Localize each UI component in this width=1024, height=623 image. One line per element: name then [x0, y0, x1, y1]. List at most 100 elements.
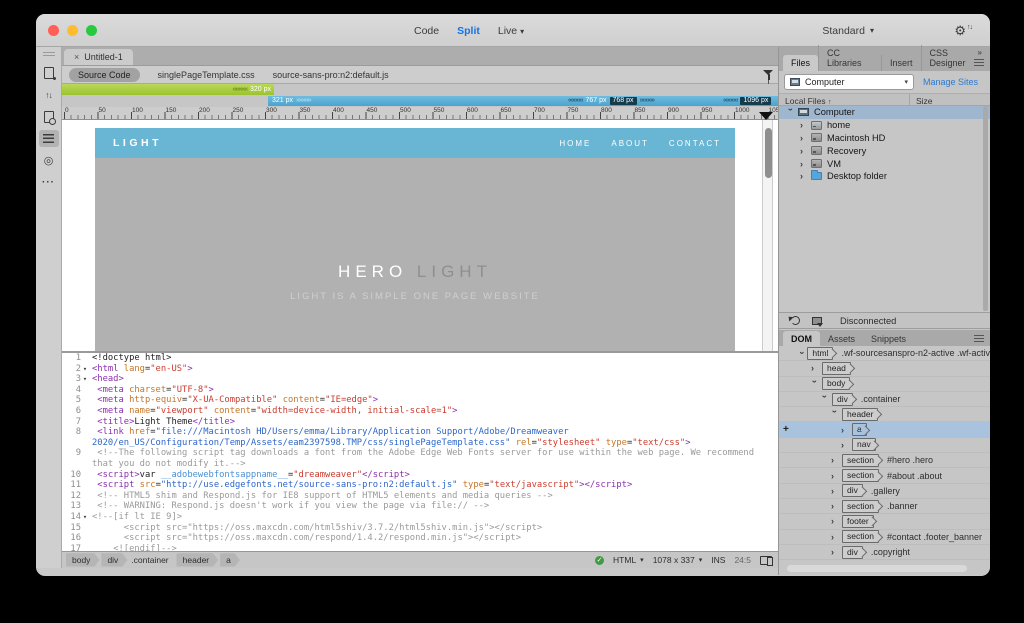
code-line[interactable]: 10 <script>var __adobewebfontsappname__=… — [62, 470, 778, 481]
zoom-window-button[interactable] — [86, 25, 97, 36]
code-line[interactable]: 17 <![endif]--> — [62, 544, 778, 551]
add-element-icon[interactable]: + — [783, 424, 789, 435]
related-file-source-sans-pro-n2-default-js[interactable]: source-sans-pro:n2:default.js — [273, 70, 389, 80]
panel-horizontal-scrollbar-thumb[interactable] — [787, 565, 967, 572]
dom-tag-chip[interactable]: body — [822, 377, 850, 390]
design-brand[interactable]: LIGHT — [113, 137, 162, 149]
manage-sites-link[interactable]: Manage Sites — [923, 77, 978, 87]
design-nav-about[interactable]: ABOUT — [611, 139, 649, 148]
file-tree-row-computer[interactable]: ›Computer — [779, 106, 990, 119]
dom-tree-row-div[interactable]: ›div.container — [779, 392, 990, 407]
dom-tag-chip[interactable]: div — [842, 546, 863, 559]
dom-tag-chip[interactable]: a — [852, 423, 867, 436]
file-tree-row-home[interactable]: ›home — [779, 119, 990, 132]
expand-arrow-icon[interactable]: › — [831, 548, 839, 556]
dom-tree-row-footer[interactable]: ›footer — [779, 514, 990, 529]
code-line[interactable]: 14▾<!--[if lt IE 9]> — [62, 512, 778, 523]
dom-tag-chip[interactable]: nav — [852, 438, 876, 451]
expand-arrow-icon[interactable]: › — [800, 134, 808, 142]
file-tree-row-vm[interactable]: ›VM — [779, 157, 990, 170]
sync-settings-button[interactable]: ⚙ ↑↓ — [954, 14, 972, 47]
design-page[interactable]: LIGHT HOMEABOUTCONTACT HERO LIGHT LIGHT … — [95, 128, 735, 351]
close-tab-icon[interactable]: × — [74, 52, 79, 62]
panel-tab-assets[interactable]: Assets — [820, 331, 863, 346]
expand-arrow-icon[interactable]: › — [831, 472, 839, 480]
related-file-singlepagetemplate-css[interactable]: singlePageTemplate.css — [158, 70, 255, 80]
close-window-button[interactable] — [48, 25, 59, 36]
tag-selector-body[interactable]: body — [66, 554, 99, 567]
site-select[interactable]: Computer ▾ — [784, 74, 914, 90]
dom-tag-chip[interactable]: section — [842, 469, 879, 482]
expand-arrow-icon[interactable]: › — [831, 502, 839, 510]
code-view[interactable]: 1 <!doctype html>2▾<html lang="en-US">3▾… — [62, 353, 778, 551]
open-documents-button[interactable] — [39, 64, 59, 81]
collapse-arrow-icon[interactable]: › — [831, 410, 839, 418]
dom-tag-chip[interactable]: section — [842, 454, 879, 467]
code-line[interactable]: 15 <script src="https://oss.maxcdn.com/h… — [62, 523, 778, 534]
code-line[interactable]: 2▾<html lang="en-US"> — [62, 364, 778, 375]
dom-tree-row-div[interactable]: ›div.copyright — [779, 545, 990, 560]
filter-funnel-icon[interactable] — [763, 69, 774, 80]
tag-selector-container[interactable]: .container — [131, 555, 168, 565]
dom-tree-row-html[interactable]: ›html.wf-sourcesanspro-n2-active .wf-act… — [779, 346, 990, 361]
expand-arrow-icon[interactable]: › — [811, 364, 819, 372]
size-column-header[interactable]: Size — [916, 96, 933, 106]
media-query-blue-segment[interactable]: 321 px »»»»» ««««« 767 px 768 px »»»»» «… — [268, 96, 778, 107]
dom-tag-chip[interactable]: section — [842, 500, 879, 513]
expand-arrow-icon[interactable]: › — [800, 121, 808, 129]
design-scrollbar[interactable] — [762, 120, 773, 351]
panel-tab-cc-libraries[interactable]: CC Libraries — [818, 45, 881, 71]
code-line[interactable]: 3▾<head> — [62, 374, 778, 385]
panel-menu-icon[interactable] — [974, 59, 984, 66]
code-line[interactable]: 8 <link href="file:///Macintosh HD/Users… — [62, 427, 778, 448]
workspace-switcher[interactable]: Standard ▾ — [822, 14, 874, 47]
format-source-button[interactable] — [39, 130, 59, 147]
expand-arrow-icon[interactable]: › — [831, 487, 839, 495]
local-files-column-header[interactable]: Local Files ↑ — [785, 96, 832, 106]
dom-tree-row-section[interactable]: ›section.banner — [779, 499, 990, 514]
dom-tag-chip[interactable]: div — [832, 393, 853, 406]
panel-tab-snippets[interactable]: Snippets — [863, 331, 914, 346]
dom-tree-row-a[interactable]: +›a — [779, 422, 990, 437]
design-site-header[interactable]: LIGHT HOMEABOUTCONTACT — [95, 128, 735, 158]
get-files-icon[interactable] — [812, 317, 822, 325]
dom-tag-chip[interactable]: section — [842, 530, 879, 543]
media-query-marker-icon[interactable] — [759, 112, 773, 120]
dom-tag-chip[interactable]: head — [822, 362, 851, 375]
dom-tag-chip[interactable]: header — [842, 408, 878, 421]
expand-arrow-icon[interactable]: › — [800, 147, 808, 155]
live-view-options-button[interactable] — [39, 108, 59, 125]
expand-arrow-icon[interactable]: › — [800, 172, 808, 180]
minimize-window-button[interactable] — [67, 25, 78, 36]
tag-selector-header[interactable]: header — [177, 554, 218, 567]
panel-tab-dom[interactable]: DOM — [783, 331, 820, 346]
fold-arrow-icon[interactable]: ▾ — [81, 374, 89, 385]
panel-tab-css-designer[interactable]: CSS Designer — [921, 45, 990, 71]
dom-tree-row-header[interactable]: ›header — [779, 407, 990, 422]
view-mode-live[interactable]: Live▾ — [498, 25, 524, 37]
code-line[interactable]: 6 <meta name="viewport" content="width=d… — [62, 406, 778, 417]
expand-arrow-icon[interactable]: › — [800, 160, 808, 168]
fold-arrow-icon[interactable]: ▾ — [81, 512, 89, 523]
fold-arrow-icon[interactable]: ▾ — [81, 364, 89, 375]
preview-devices-icon[interactable] — [760, 556, 772, 565]
dom-tag-chip[interactable]: div — [842, 484, 863, 497]
design-scrollbar-thumb[interactable] — [765, 128, 772, 178]
dom-tree-row-section[interactable]: ›section#about .about — [779, 468, 990, 483]
panel-tab-files[interactable]: Files — [783, 55, 818, 71]
toolbar-more-button[interactable]: ··· — [39, 174, 59, 191]
collapse-arrow-icon[interactable]: › — [799, 351, 807, 354]
view-mode-split[interactable]: Split — [457, 25, 480, 37]
column-divider[interactable] — [909, 94, 910, 105]
dom-tree-row-nav[interactable]: ›nav — [779, 438, 990, 453]
code-line[interactable]: 7 <title>Light Theme</title> — [62, 417, 778, 428]
code-line[interactable]: 1 <!doctype html> — [62, 353, 778, 364]
dom-tree-row-section[interactable]: ›section#contact .footer_banner — [779, 530, 990, 545]
related-file-source-code[interactable]: Source Code — [69, 68, 140, 82]
expand-arrow-icon[interactable]: › — [831, 533, 839, 541]
viewport-size-select[interactable]: 1078 x 337 ▾ — [653, 555, 703, 565]
expand-arrow-icon[interactable]: › — [841, 441, 849, 449]
code-line[interactable]: 16 <script src="https://oss.maxcdn.com/r… — [62, 533, 778, 544]
code-line[interactable]: 12 <!-- HTML5 shim and Respond.js for IE… — [62, 491, 778, 502]
file-tree-row-desktop-folder[interactable]: ›Desktop folder — [779, 170, 990, 183]
